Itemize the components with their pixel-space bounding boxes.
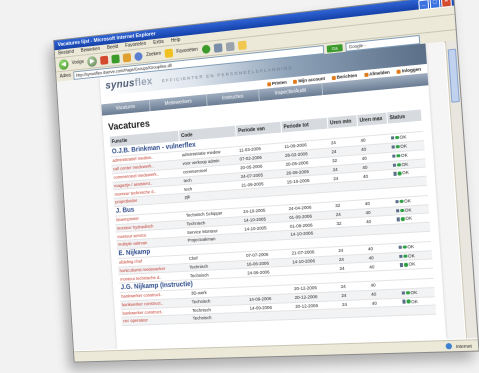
status-label: OK xyxy=(405,215,413,222)
favorites-star-icon[interactable] xyxy=(164,48,174,58)
menu-item-extra[interactable]: Extra xyxy=(153,38,164,47)
menu-item-beeld[interactable]: Beeld xyxy=(107,43,119,52)
login-icon xyxy=(396,69,402,74)
scrollbar-thumb[interactable] xyxy=(447,48,460,103)
home-icon[interactable] xyxy=(122,52,132,62)
status-ok-icon xyxy=(400,208,404,213)
table-cell xyxy=(248,310,295,321)
status-ok-icon xyxy=(394,135,399,140)
website: synusflex EFFICIENTER EN PERSONEELSPLANN… xyxy=(99,43,447,350)
status-cell xyxy=(400,305,436,316)
status-ok-icon xyxy=(406,299,411,304)
globe-icon xyxy=(445,343,452,350)
vacatures-table: Functie Code Periode van Periode tot Uren mi… xyxy=(109,108,437,326)
history-icon[interactable] xyxy=(201,44,211,54)
status-label: OK xyxy=(410,298,419,304)
status-label: OK xyxy=(400,143,408,149)
search-icon[interactable] xyxy=(134,51,143,61)
edit-icon[interactable] xyxy=(392,172,397,176)
edit-icon[interactable] xyxy=(401,300,406,304)
edit-icon[interactable] xyxy=(401,291,406,295)
status-ok-icon xyxy=(396,153,401,158)
back-label[interactable]: Vorige xyxy=(72,59,85,66)
refresh-icon[interactable] xyxy=(111,53,120,64)
mail-icon[interactable] xyxy=(213,42,223,53)
message-icon xyxy=(331,75,336,80)
folder-icon[interactable] xyxy=(237,40,247,50)
browser-window: Vacatures lijst - Microsoft Internet Exp… xyxy=(53,0,479,363)
table-cell: Technisch xyxy=(190,312,249,323)
edit-icon[interactable] xyxy=(394,199,399,204)
edit-icon[interactable] xyxy=(390,136,395,141)
status-label: OK xyxy=(401,170,410,176)
edit-icon[interactable] xyxy=(398,245,402,250)
search-label[interactable]: Zoeken xyxy=(146,51,161,58)
minimize-button[interactable]: _ xyxy=(418,0,430,11)
back-arrow-icon[interactable]: ◀ xyxy=(58,58,69,70)
logout-icon xyxy=(364,72,369,77)
site-logo[interactable]: synusflex xyxy=(105,76,153,92)
edit-icon[interactable] xyxy=(392,163,397,167)
table-cell xyxy=(340,307,371,318)
page-viewport: synusflex EFFICIENTER EN PERSONEELSPLANN… xyxy=(56,41,466,351)
status-label: OK xyxy=(399,134,407,140)
top-link-label: Inloggen xyxy=(401,66,422,74)
status-label: OK xyxy=(407,243,415,250)
status-ok-icon xyxy=(399,199,404,204)
status-label: OK xyxy=(404,206,412,213)
edit-icon[interactable] xyxy=(399,263,404,268)
status-ok-icon xyxy=(405,290,410,295)
status-ok-icon xyxy=(397,171,402,176)
table-cell xyxy=(370,306,401,317)
logo-text-b: flex xyxy=(134,75,153,89)
status-label: OK xyxy=(403,197,412,204)
status-label: OK xyxy=(410,289,418,295)
maximize-button[interactable]: □ xyxy=(429,0,441,10)
print-icon[interactable] xyxy=(225,41,235,52)
status-zone: Internet xyxy=(455,342,472,349)
status-ok-icon xyxy=(403,254,408,258)
user-icon xyxy=(293,79,298,84)
edit-icon[interactable] xyxy=(395,208,400,213)
status-ok-icon xyxy=(395,144,400,149)
edit-icon[interactable] xyxy=(391,145,395,149)
status-ok-icon xyxy=(396,162,401,167)
edit-icon[interactable] xyxy=(396,217,400,222)
status-label: OK xyxy=(408,261,416,268)
address-label: Adres xyxy=(59,72,72,80)
edit-icon[interactable] xyxy=(391,154,396,158)
table-cell xyxy=(293,309,341,320)
status-ok-icon xyxy=(402,245,407,249)
stop-icon[interactable] xyxy=(100,55,109,65)
menu-item-help[interactable]: Help xyxy=(171,36,181,45)
favorites-label[interactable]: Favorieten xyxy=(176,47,198,55)
status-label: OK xyxy=(401,161,409,167)
status-ok-icon xyxy=(400,217,405,222)
status-label: OK xyxy=(400,152,408,158)
forward-arrow-icon[interactable]: ▶ xyxy=(87,55,98,67)
go-button[interactable]: Ga naar xyxy=(326,43,343,58)
status-label: OK xyxy=(407,252,415,259)
edit-icon[interactable] xyxy=(398,254,403,259)
logo-text-a: synus xyxy=(105,77,136,92)
print-icon xyxy=(267,81,272,86)
close-button[interactable]: × xyxy=(440,0,452,8)
status-ok-icon xyxy=(403,263,408,267)
